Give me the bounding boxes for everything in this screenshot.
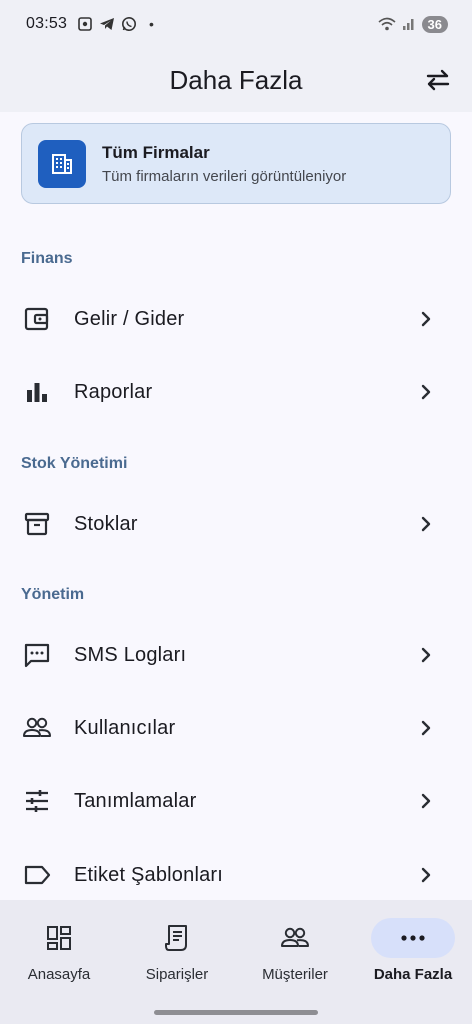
- swap-horizontal-icon: [426, 69, 450, 91]
- signal-icon: [402, 19, 414, 30]
- section-header-yonetim: Yönetim: [21, 586, 85, 603]
- section-header-finans: Finans: [21, 250, 73, 267]
- menu-item-etiket-sablonlari[interactable]: Etiket Şablonları: [0, 839, 472, 900]
- message-icon: [22, 640, 52, 670]
- wallet-icon: [22, 304, 52, 334]
- section-header-stok-yonetimi: Stok Yönetimi: [21, 455, 128, 472]
- menu-label: Stoklar: [74, 512, 138, 535]
- menu-label: Raporlar: [74, 380, 153, 403]
- menu-item-stoklar[interactable]: Stoklar: [0, 488, 472, 560]
- menu-item-gelir-gider[interactable]: Gelir / Gider: [0, 283, 472, 355]
- nav-label: Anasayfa: [27, 966, 91, 983]
- chevron-right-icon: [421, 867, 431, 883]
- nav-item-anasayfa[interactable]: Anasayfa: [0, 918, 118, 998]
- screenshot-icon: [78, 17, 92, 31]
- label-icon: [22, 860, 52, 890]
- main-content: Tüm Firmalar Tüm firmaların verileri gör…: [0, 112, 472, 900]
- menu-label: Kullanıcılar: [74, 716, 176, 739]
- status-time: 03:53: [26, 15, 68, 32]
- nav-icon-wrap: [17, 918, 101, 958]
- chevron-right-icon: [421, 793, 431, 809]
- system-icons: 36: [378, 15, 448, 33]
- chevron-right-icon: [421, 516, 431, 532]
- building-icon: [52, 153, 72, 174]
- home-indicator[interactable]: [154, 1010, 318, 1015]
- bottom-navigation: Anasayfa Siparişler Müşteriler Daha Fazl…: [0, 900, 472, 1024]
- nav-item-musteriler[interactable]: Müşteriler: [236, 918, 354, 998]
- app-bar: Daha Fazla: [0, 48, 472, 112]
- sliders-icon: [22, 786, 52, 816]
- nav-item-daha-fazla[interactable]: Daha Fazla: [354, 918, 472, 998]
- nav-icon-wrap-active: [371, 918, 455, 958]
- dashboard-icon: [47, 926, 71, 950]
- chevron-right-icon: [421, 647, 431, 663]
- nav-item-siparisler[interactable]: Siparişler: [118, 918, 236, 998]
- swap-button[interactable]: [422, 64, 454, 96]
- status-bar: 03:53 • 36: [0, 0, 472, 48]
- menu-item-sms-loglari[interactable]: SMS Logları: [0, 619, 472, 691]
- wifi-icon: [378, 17, 396, 31]
- bar-chart-icon: [22, 377, 52, 407]
- archive-icon: [22, 509, 52, 539]
- menu-item-kullanicilar[interactable]: Kullanıcılar: [0, 692, 472, 764]
- notification-icons: •: [77, 16, 154, 32]
- page-title: Daha Fazla: [169, 64, 303, 95]
- receipt-icon: [165, 925, 187, 951]
- menu-item-tanimlamalar[interactable]: Tanımlamalar: [0, 765, 472, 837]
- chevron-right-icon: [421, 311, 431, 327]
- firm-title: Tüm Firmalar: [102, 142, 210, 162]
- chevron-right-icon: [421, 384, 431, 400]
- nav-label: Müşteriler: [262, 966, 328, 983]
- battery-indicator: 36: [421, 15, 448, 33]
- users-icon: [22, 713, 52, 743]
- firm-subtitle: Tüm firmaların verileri görüntüleniyor: [102, 167, 347, 185]
- nav-icon-wrap: [253, 918, 337, 958]
- menu-label: SMS Logları: [74, 643, 187, 666]
- nav-icon-wrap: [135, 918, 219, 958]
- menu-label: Tanımlamalar: [74, 789, 197, 812]
- firm-selector-card[interactable]: Tüm Firmalar Tüm firmaların verileri gör…: [21, 123, 451, 204]
- menu-item-raporlar[interactable]: Raporlar: [0, 356, 472, 428]
- menu-label: Etiket Şablonları: [74, 863, 224, 886]
- status-dot: •: [149, 16, 154, 32]
- firm-icon-box: [38, 139, 86, 188]
- telegram-icon: [100, 18, 115, 30]
- nav-label: Siparişler: [145, 966, 209, 983]
- menu-label: Gelir / Gider: [74, 307, 185, 330]
- firm-text: Tüm Firmalar Tüm firmaların verileri gör…: [102, 143, 346, 185]
- nav-label: Daha Fazla: [373, 966, 453, 983]
- more-horizontal-icon: [401, 935, 425, 941]
- users-icon: [281, 927, 309, 947]
- chevron-right-icon: [421, 720, 431, 736]
- whatsapp-icon: [122, 17, 137, 31]
